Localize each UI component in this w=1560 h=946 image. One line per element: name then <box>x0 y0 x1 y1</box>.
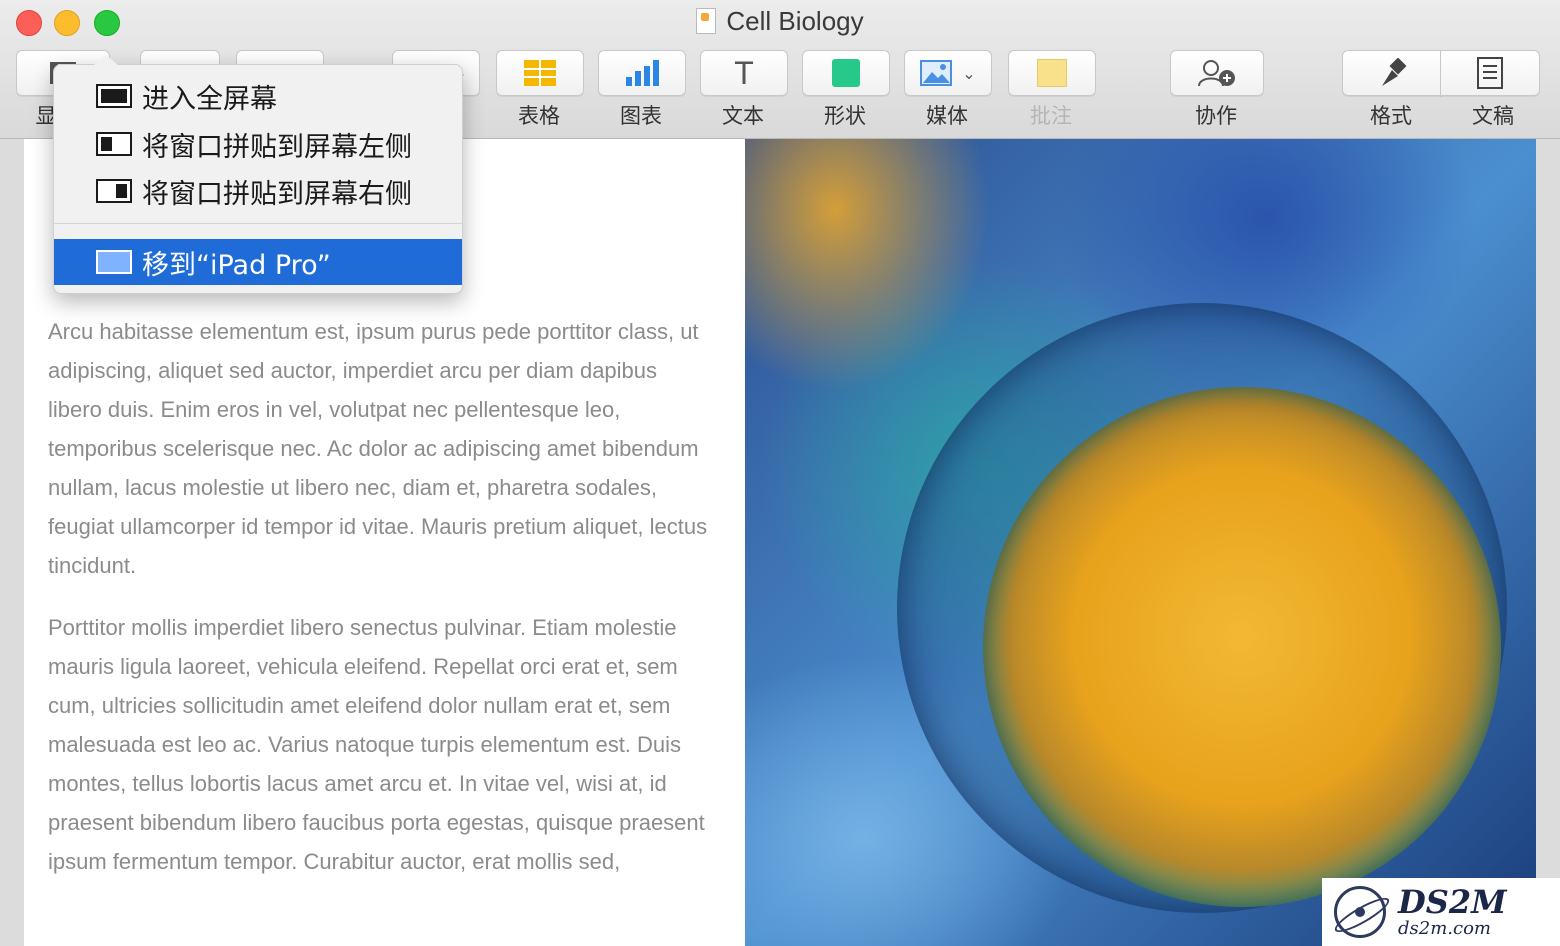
watermark-sub: ds2m.com <box>1398 918 1491 939</box>
tile-right-icon <box>96 179 132 203</box>
body-text[interactable]: Arcu habitasse elementum est, ipsum puru… <box>48 312 713 904</box>
cell-nucleus <box>983 387 1501 907</box>
toolbar-label-document: 文稿 <box>1472 104 1514 128</box>
toolbar-label-text: 文本 <box>722 104 764 128</box>
comment-button[interactable] <box>1008 50 1096 96</box>
table-button[interactable] <box>496 50 584 96</box>
cell-image[interactable] <box>745 139 1536 946</box>
menu-item-tile-right[interactable]: 将窗口拼贴到屏幕右侧 <box>54 168 462 214</box>
toolbar-label-comment: 批注 <box>1030 104 1072 128</box>
toolbar-label-shape: 形状 <box>824 104 866 128</box>
toolbar-label-collaborate: 协作 <box>1195 104 1237 128</box>
paragraph[interactable]: Porttitor mollis imperdiet libero senect… <box>48 608 713 881</box>
toolbar-label-chart: 图表 <box>620 104 662 128</box>
document-button[interactable] <box>1440 50 1540 96</box>
menu-item-label: 将窗口拼贴到屏幕左侧 <box>142 131 412 163</box>
atom-logo-icon <box>1334 886 1386 938</box>
shape-icon <box>832 59 860 87</box>
document-icon <box>1477 57 1503 89</box>
table-icon <box>524 60 556 86</box>
toolbar-label-media: 媒体 <box>926 104 968 128</box>
toolbar-label-table: 表格 <box>518 104 560 128</box>
text-button[interactable]: T <box>700 50 788 96</box>
media-button[interactable]: ⌄ <box>904 50 992 96</box>
menu-item-tile-left[interactable]: 将窗口拼贴到屏幕左侧 <box>54 121 462 167</box>
media-chevron-down-icon: ⌄ <box>962 63 976 83</box>
text-icon: T <box>734 54 754 91</box>
app-window: Cell Biology 显 ⌄ 表格 <box>0 0 1560 946</box>
chart-icon <box>626 60 659 86</box>
paragraph[interactable]: Arcu habitasse elementum est, ipsum puru… <box>48 312 713 585</box>
fullscreen-icon <box>96 84 132 108</box>
collaborate-icon <box>1198 60 1235 87</box>
pages-document-icon <box>696 8 717 34</box>
menu-item-label: 进入全屏幕 <box>142 83 277 115</box>
comment-icon <box>1037 59 1067 87</box>
shape-button[interactable] <box>802 50 890 96</box>
watermark-main: DS2M <box>1398 883 1507 921</box>
chart-button[interactable] <box>598 50 686 96</box>
watermark: DS2M ds2m.com <box>1322 878 1560 946</box>
tile-left-icon <box>96 132 132 156</box>
menu-separator <box>54 223 462 224</box>
menu-item-move-to-ipad[interactable]: 移到“iPad Pro” <box>54 239 462 285</box>
toolbar-label-format: 格式 <box>1370 104 1412 128</box>
window-tiling-menu: 进入全屏幕 将窗口拼贴到屏幕左侧 将窗口拼贴到屏幕右侧 移到“iPad Pro” <box>53 55 463 294</box>
window-title: Cell Biology <box>0 6 1560 37</box>
collaborate-button[interactable] <box>1170 50 1264 96</box>
menu-item-label: 将窗口拼贴到屏幕右侧 <box>142 178 412 210</box>
menu-item-enter-fullscreen[interactable]: 进入全屏幕 <box>54 73 462 119</box>
format-button[interactable] <box>1342 50 1442 96</box>
format-icon <box>1382 58 1407 86</box>
menu-item-label: 移到“iPad Pro” <box>142 249 331 281</box>
ipad-icon <box>96 250 132 274</box>
media-icon <box>920 60 953 86</box>
